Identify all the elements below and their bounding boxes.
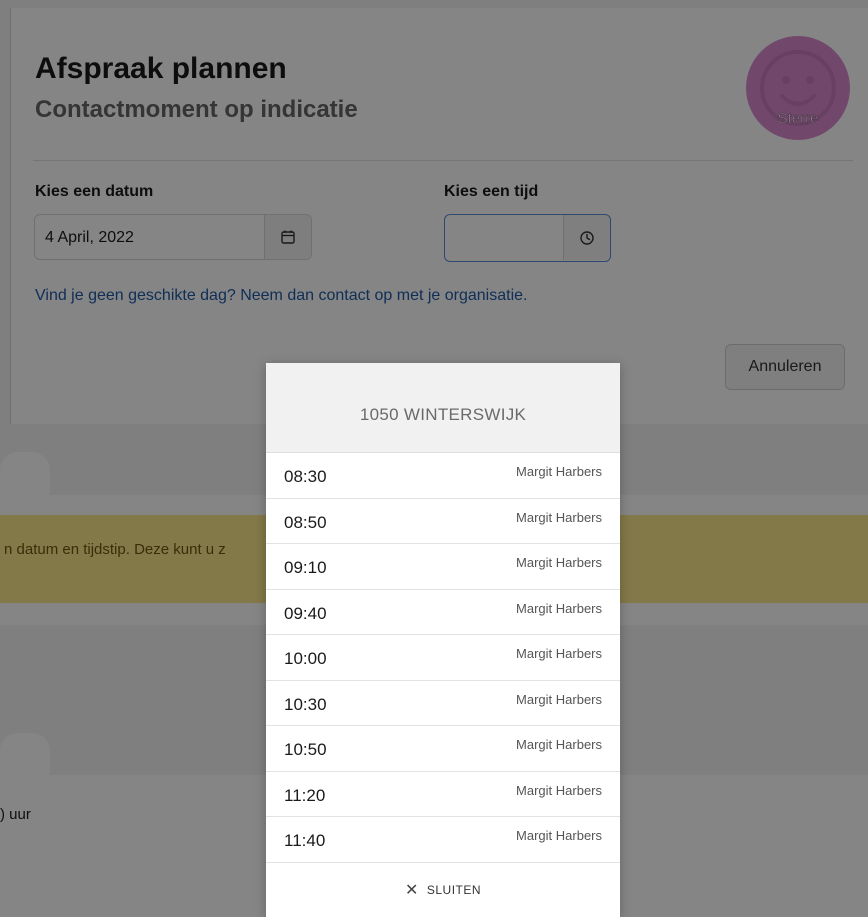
slot-time: 09:40 — [284, 603, 327, 623]
slot-time: 11:20 — [284, 785, 326, 805]
slot-person: Margit Harbers — [516, 691, 602, 707]
close-icon: ✕ — [404, 881, 419, 899]
slot-time: 11:40 — [284, 831, 326, 850]
time-slot[interactable]: 11:40 Margit Harbers — [266, 817, 620, 863]
close-label: SLUITEN — [426, 882, 482, 897]
slot-person: Margit Harbers — [516, 509, 602, 525]
time-slot[interactable]: 10:30 Margit Harbers — [266, 681, 620, 726]
time-slot[interactable]: 10:00 Margit Harbers — [266, 635, 620, 681]
slot-person: Margit Harbers — [516, 600, 602, 616]
slot-time: 08:30 — [284, 467, 327, 486]
slot-time: 08:50 — [284, 512, 327, 532]
slot-person: Margit Harbers — [516, 828, 602, 843]
slot-time: 10:30 — [284, 694, 327, 714]
slot-time: 10:00 — [284, 649, 327, 668]
time-slot[interactable]: 08:50 Margit Harbers — [266, 499, 620, 544]
slot-time: 10:50 — [284, 740, 327, 759]
time-slot[interactable]: 09:10 Margit Harbers — [266, 544, 620, 590]
time-slot[interactable]: 09:40 Margit Harbers — [266, 590, 620, 635]
time-slot[interactable]: 11:20 Margit Harbers — [266, 772, 620, 817]
slot-person: Margit Harbers — [516, 555, 602, 570]
slot-time: 09:10 — [284, 558, 327, 577]
slot-person: Margit Harbers — [516, 646, 602, 661]
time-slot[interactable]: 10:50 Margit Harbers — [266, 726, 620, 772]
time-slot[interactable]: 08:30 Margit Harbers — [266, 453, 620, 499]
slot-person: Margit Harbers — [516, 782, 602, 798]
slot-person: Margit Harbers — [516, 737, 602, 752]
time-slot-picker: 1050 WINTERSWIJK 08:30 Margit Harbers 08… — [266, 363, 620, 917]
close-button[interactable]: ✕ SLUITEN — [266, 863, 620, 917]
picker-location: 1050 WINTERSWIJK — [266, 363, 620, 453]
slot-person: Margit Harbers — [516, 464, 602, 479]
